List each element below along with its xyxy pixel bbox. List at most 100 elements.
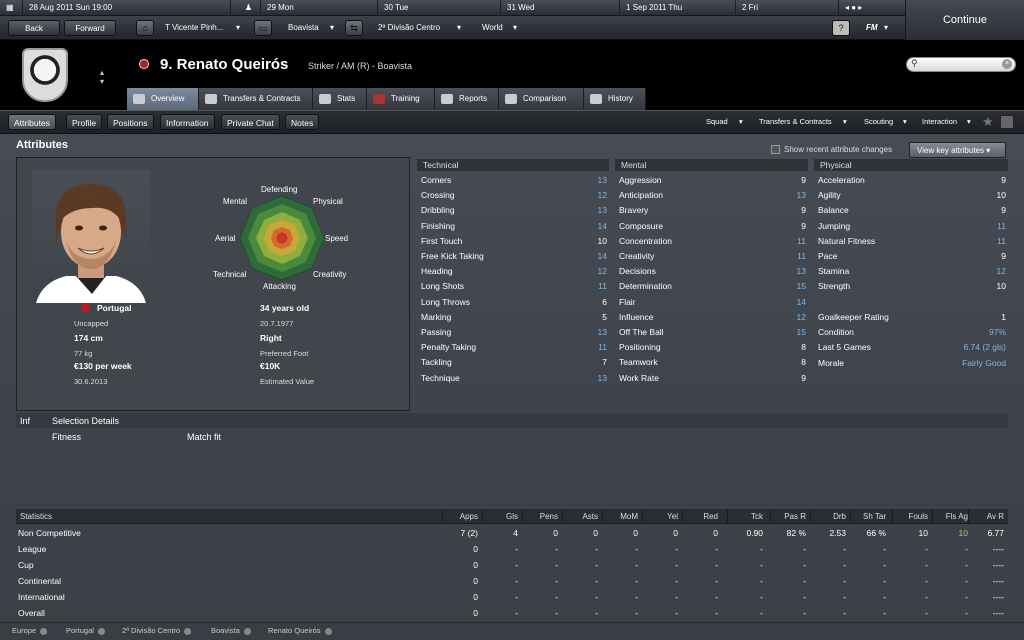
physical-attr-row[interactable]: Jumping 11	[814, 219, 1008, 234]
profile-button[interactable]: Profile	[66, 114, 103, 130]
league-menu[interactable]: 2ª Divisão Centro	[378, 20, 440, 36]
world-menu-arrow[interactable]: ▾	[513, 20, 517, 36]
breadcrumb-item[interactable]: Boavista	[211, 626, 251, 635]
mental-attr-row[interactable]: Bravery 9	[615, 203, 808, 218]
notes-button[interactable]: Notes	[285, 114, 320, 130]
squad-menu-arrow[interactable]: ▾	[739, 114, 743, 130]
home-icon[interactable]: ⌂	[136, 20, 154, 36]
stats-header-cell[interactable]: Av R	[968, 509, 1008, 524]
physical-attr-row[interactable]: Acceleration 9	[814, 173, 1008, 188]
technical-attr-row[interactable]: Long Shots 11	[417, 279, 609, 294]
league-menu-arrow[interactable]: ▾	[457, 20, 461, 36]
club-icon[interactable]: ▭	[254, 20, 272, 36]
breadcrumb-dot-icon[interactable]	[40, 627, 48, 635]
breadcrumb-item[interactable]: 2ª Divisão Centro	[122, 626, 192, 635]
physical-attr-row[interactable]: Balance 9	[814, 203, 1008, 218]
mental-attr-row[interactable]: Composure 9	[615, 219, 808, 234]
attributes-button[interactable]: Attributes	[8, 114, 56, 130]
scouting-menu[interactable]: Scouting	[864, 114, 893, 130]
physical-attr-row[interactable]: Natural Fitness 11	[814, 234, 1008, 249]
tab-transfers[interactable]: Transfers & Contracts	[199, 88, 313, 110]
technical-attr-row[interactable]: Tackling 7	[417, 355, 609, 370]
club-menu-arrow[interactable]: ▾	[330, 20, 334, 36]
technical-attr-row[interactable]: Penalty Taking 11	[417, 340, 609, 355]
private-chat-button[interactable]: Private Chat	[221, 114, 280, 130]
mental-attr-row[interactable]: Influence 12	[615, 310, 808, 325]
stats-header-cell[interactable]: Fouls	[892, 509, 932, 524]
player-switch-icon[interactable]: ▴ ▾	[100, 68, 104, 86]
stats-row[interactable]: Cup 0- - - - - - - - - - - - ----	[16, 557, 1008, 573]
calendar-day-4[interactable]: 1 Sep 2011 Thu	[619, 0, 735, 16]
technical-attr-row[interactable]: Corners 13	[417, 173, 609, 188]
transfers-menu[interactable]: Transfers & Contracts	[759, 114, 832, 130]
stats-header-cell[interactable]: Statistics	[20, 509, 120, 524]
technical-attr-row[interactable]: First Touch 10	[417, 234, 609, 249]
interaction-menu[interactable]: Interaction	[922, 114, 957, 130]
clear-icon[interactable]: ×	[1002, 59, 1012, 69]
calendar-icon[interactable]: ▦	[0, 0, 22, 16]
breadcrumb-item[interactable]: Renato Queirós	[268, 626, 332, 635]
interaction-menu-arrow[interactable]: ▾	[967, 114, 971, 130]
fm-menu-arrow[interactable]: ▾	[884, 20, 888, 36]
tab-reports[interactable]: Reports	[435, 88, 499, 110]
mental-attr-row[interactable]: Flair 14	[615, 295, 808, 310]
stats-header-cell[interactable]: Asts	[562, 509, 602, 524]
tab-stats[interactable]: Stats	[313, 88, 367, 110]
stats-header-cell[interactable]: Red	[682, 509, 722, 524]
back-button[interactable]: Back	[8, 20, 60, 36]
scouting-menu-arrow[interactable]: ▾	[903, 114, 907, 130]
stats-header-cell[interactable]: Fls Ag	[932, 509, 972, 524]
stats-row[interactable]: Overall 0- - - - - - - - - - - - ----	[16, 605, 1008, 621]
world-menu[interactable]: World	[482, 20, 503, 36]
manager-menu-arrow[interactable]: ▾	[236, 20, 240, 36]
squad-menu[interactable]: Squad	[706, 114, 728, 130]
stats-header-cell[interactable]: Gls	[482, 509, 522, 524]
transfers-menu-arrow[interactable]: ▾	[843, 114, 847, 130]
stats-header-cell[interactable]: Yel	[642, 509, 682, 524]
technical-attr-row[interactable]: Passing 13	[417, 325, 609, 340]
physical-attr-row[interactable]: Stamina 12	[814, 264, 1008, 279]
breadcrumb-item[interactable]: Portugal	[66, 626, 105, 635]
stats-row[interactable]: International 0- - - - - - - - - - - - ----	[16, 589, 1008, 605]
star-icon[interactable]: ★	[982, 114, 994, 130]
stats-row[interactable]: Continental 0- - - - - - - - - - - - ----	[16, 573, 1008, 589]
technical-attr-row[interactable]: Technique 13	[417, 371, 609, 386]
breadcrumb-dot-icon[interactable]	[324, 627, 332, 635]
mental-attr-row[interactable]: Teamwork 8	[615, 355, 808, 370]
calendar-day-3[interactable]: 31 Wed	[500, 0, 619, 16]
technical-attr-row[interactable]: Free Kick Taking 14	[417, 249, 609, 264]
swap-icon[interactable]: ⇆	[345, 20, 363, 36]
mental-attr-row[interactable]: Decisions 13	[615, 264, 808, 279]
breadcrumb-dot-icon[interactable]	[243, 627, 251, 635]
calendar-scroll[interactable]: ◂ ● ▸	[838, 0, 905, 16]
breadcrumb-dot-icon[interactable]	[184, 627, 192, 635]
breadcrumb-item[interactable]: Europe	[12, 626, 48, 635]
mental-attr-row[interactable]: Work Rate 9	[615, 371, 808, 386]
technical-attr-row[interactable]: Marking 5	[417, 310, 609, 325]
recent-changes-toggle[interactable]: Show recent attribute changes	[771, 145, 892, 155]
tab-comparison[interactable]: Comparison	[499, 88, 584, 110]
tab-overview[interactable]: Overview	[127, 88, 199, 110]
stats-row[interactable]: Non Competitive 7 (2) 4 0 0 0 0 0 0.90 82 % 2.53 66…	[16, 525, 1008, 541]
recent-changes-checkbox[interactable]	[771, 145, 780, 155]
technical-attr-row[interactable]: Heading 12	[417, 264, 609, 279]
help-button[interactable]: ?	[832, 20, 850, 36]
key-attributes-dropdown[interactable]: View key attributes ▾	[909, 142, 1006, 158]
club-menu[interactable]: Boavista	[288, 20, 319, 36]
mental-attr-row[interactable]: Positioning 8	[615, 340, 808, 355]
manager-menu[interactable]: T Vicente Pinh...	[165, 20, 223, 36]
stats-header-cell[interactable]: Drb	[810, 509, 850, 524]
stats-header-cell[interactable]: Sh Tar	[850, 509, 890, 524]
stats-header-cell[interactable]: Pas R	[770, 509, 810, 524]
stats-header-cell[interactable]: Apps	[442, 509, 482, 524]
stats-header-cell[interactable]: Tck	[727, 509, 767, 524]
fm-menu[interactable]: FM	[866, 20, 878, 36]
positions-button[interactable]: Positions	[107, 114, 154, 130]
technical-attr-row[interactable]: Long Throws 6	[417, 295, 609, 310]
nation[interactable]: Portugal	[97, 303, 131, 313]
technical-attr-row[interactable]: Dribbling 13	[417, 203, 609, 218]
calendar-day-1[interactable]: 29 Mon	[260, 0, 377, 16]
forward-button[interactable]: Forward	[64, 20, 116, 36]
mental-attr-row[interactable]: Anticipation 13	[615, 188, 808, 203]
search-input[interactable]: ⚲ ×	[906, 57, 1016, 72]
